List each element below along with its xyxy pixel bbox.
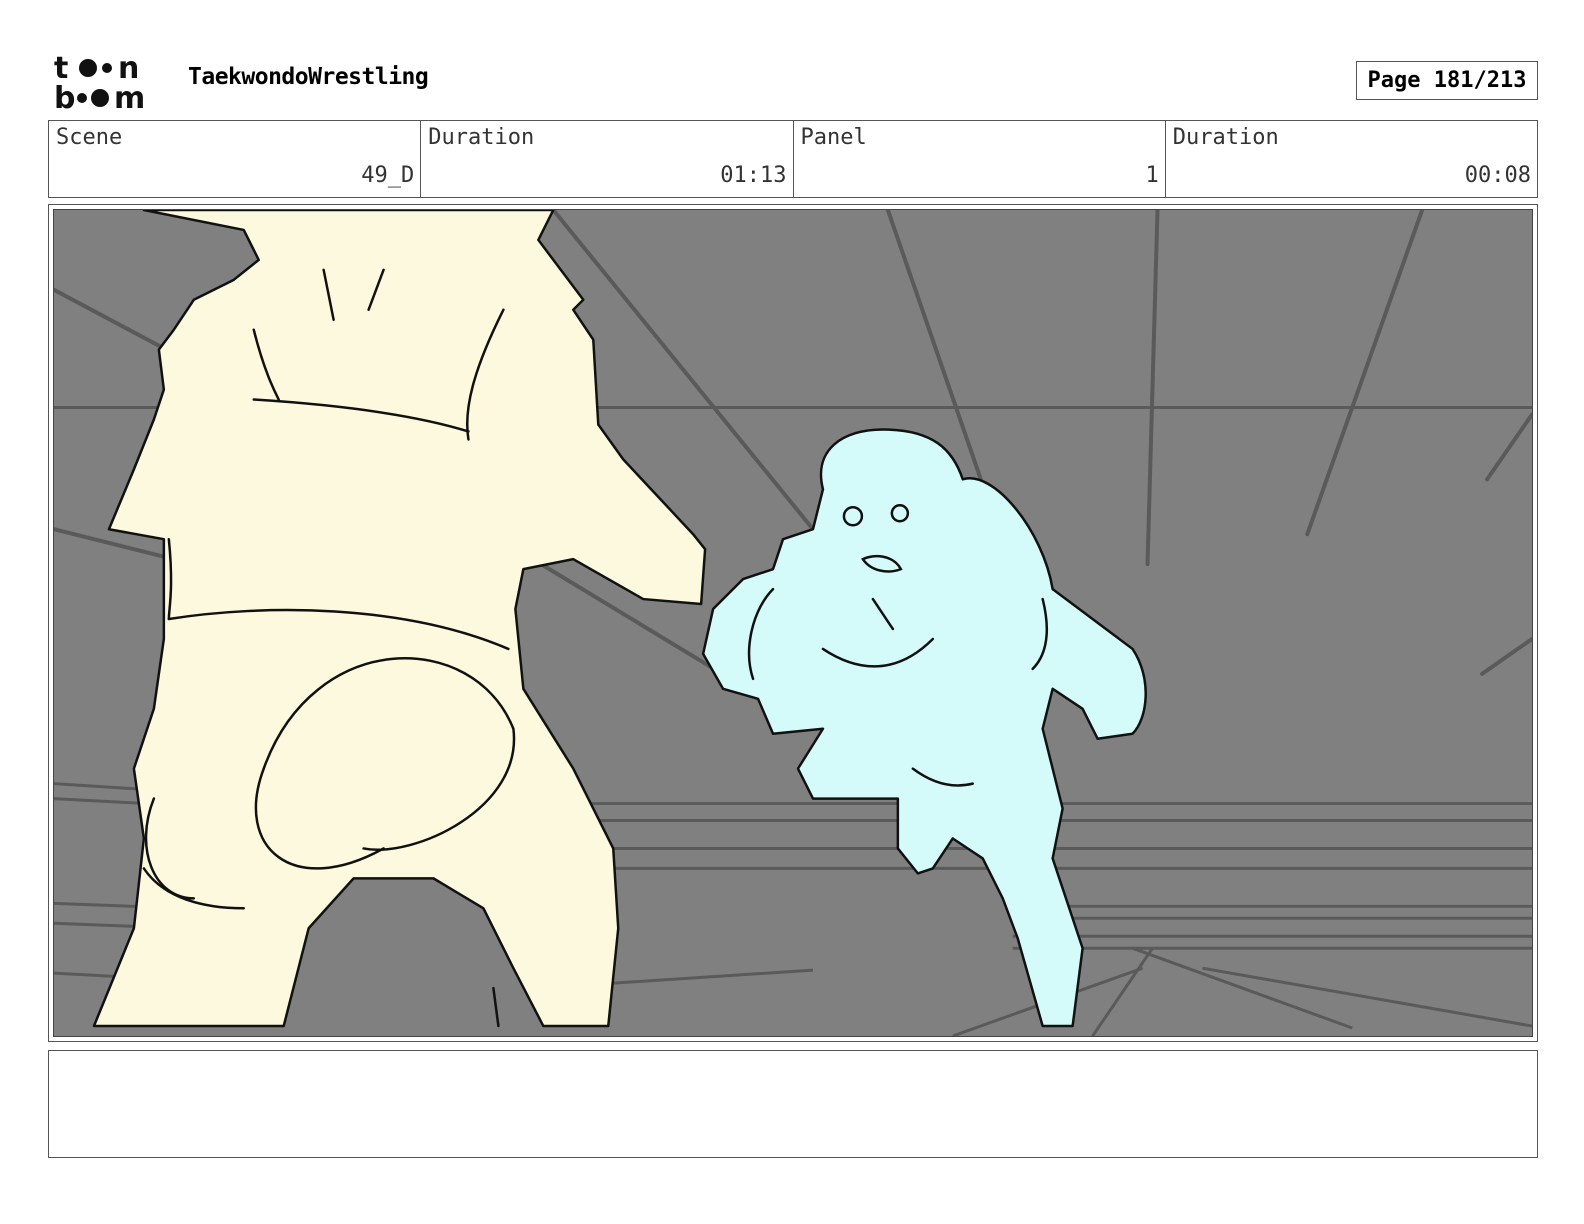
svg-text:m: m bbox=[114, 81, 145, 112]
scene-duration-cell: Duration 01:13 bbox=[421, 121, 794, 197]
panel-duration-value: 00:08 bbox=[1464, 163, 1531, 188]
scene-duration-value: 01:13 bbox=[720, 163, 787, 188]
panel-duration-label: Duration bbox=[1172, 125, 1279, 150]
project-title: TaekwondoWrestling bbox=[188, 64, 429, 90]
storyboard-sketch bbox=[54, 210, 1532, 1036]
scene-duration-label: Duration bbox=[428, 125, 535, 150]
panel-drawing bbox=[53, 209, 1533, 1037]
panel-cell: Panel 1 bbox=[794, 121, 1166, 197]
notes-box bbox=[48, 1050, 1538, 1158]
toon-boom-logo: t n b m bbox=[52, 52, 164, 112]
panel-duration-cell: Duration 00:08 bbox=[1166, 121, 1537, 197]
panel-info-bar: Scene 49_D Duration 01:13 Panel 1 Durati… bbox=[48, 120, 1538, 198]
panel-label: Panel bbox=[800, 125, 867, 150]
panel-value: 1 bbox=[1145, 163, 1159, 188]
page-indicator: Page 181/213 bbox=[1356, 61, 1538, 100]
scene-label: Scene bbox=[56, 125, 123, 150]
svg-text:b: b bbox=[54, 81, 75, 112]
scene-cell: Scene 49_D bbox=[49, 121, 422, 197]
scene-value: 49_D bbox=[361, 163, 415, 188]
storyboard-panel bbox=[48, 204, 1538, 1042]
